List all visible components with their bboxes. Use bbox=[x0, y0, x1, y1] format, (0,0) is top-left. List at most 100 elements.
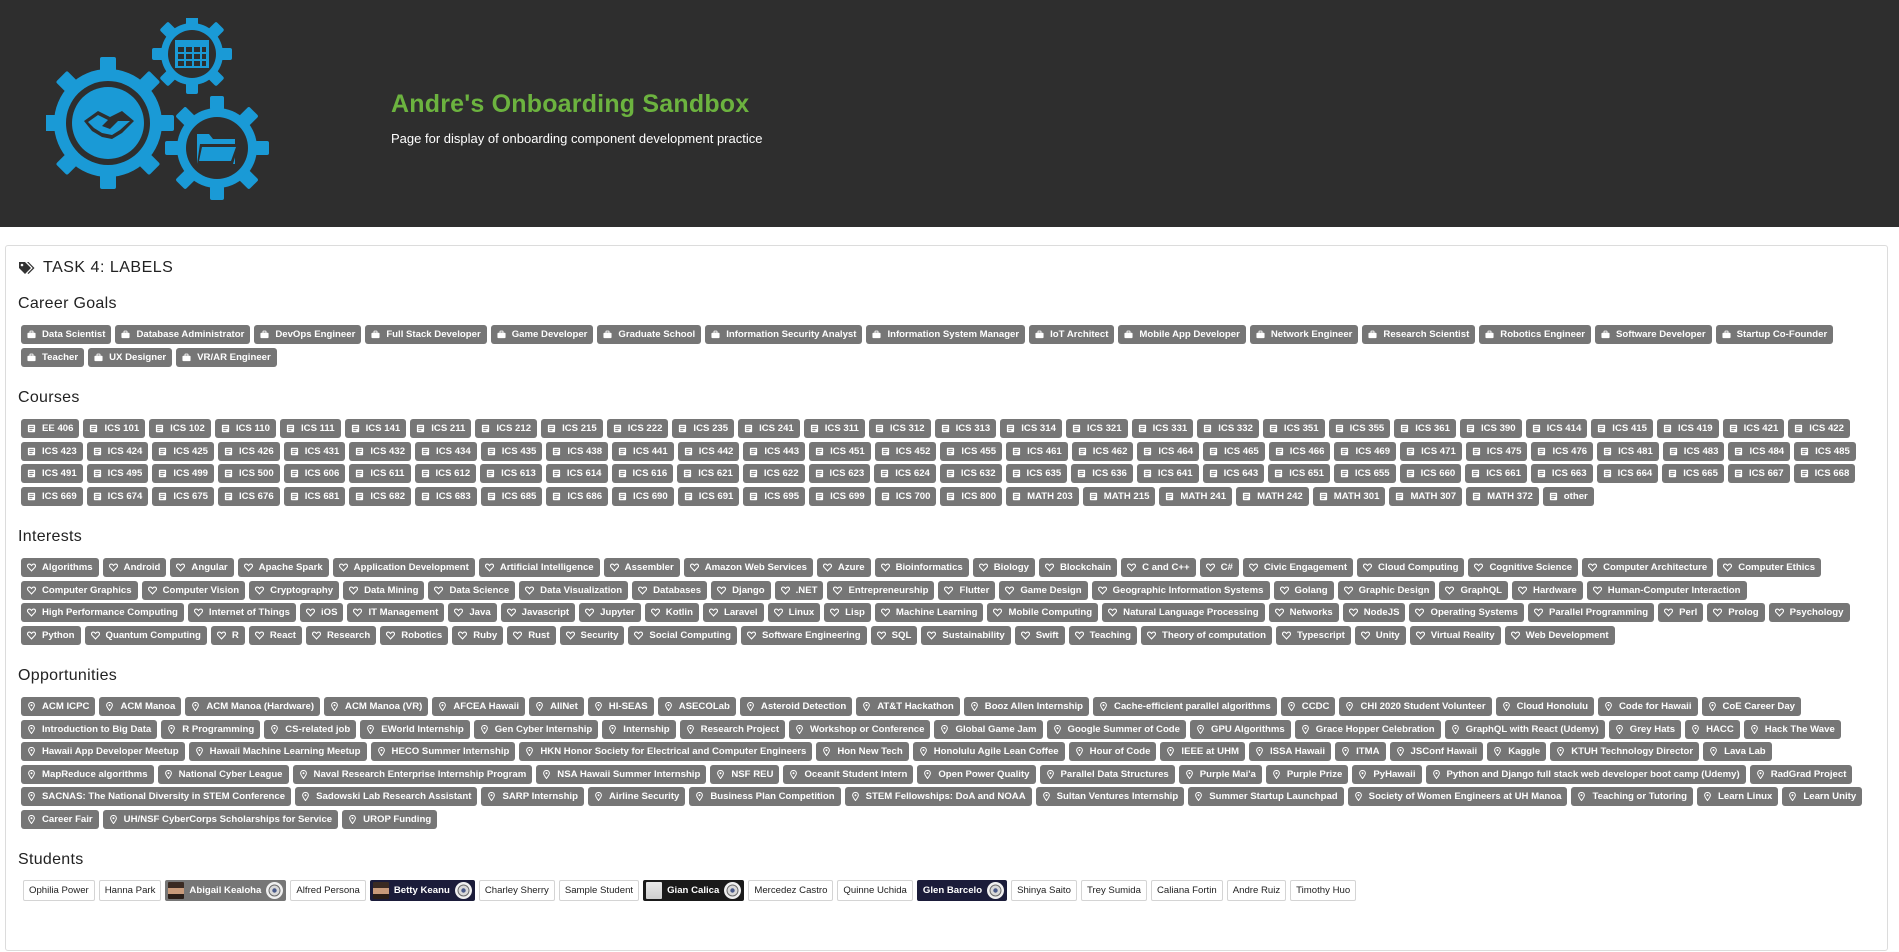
interest-label[interactable]: Swift bbox=[1014, 625, 1065, 645]
opportunity-label[interactable]: HI-SEAS bbox=[587, 697, 654, 716]
opportunity-label[interactable]: GraphQL with React (Udemy) bbox=[1444, 719, 1605, 739]
opportunity-label[interactable]: PyHawaii bbox=[1352, 764, 1422, 784]
course-label[interactable]: ICS 616 bbox=[611, 464, 674, 483]
opportunity-label[interactable]: KTUH Technology Director bbox=[1550, 742, 1700, 761]
opportunity-label[interactable]: Learn Linux bbox=[1697, 787, 1779, 806]
interest-label[interactable]: Computer Graphics bbox=[21, 580, 138, 600]
course-label[interactable]: ICS 682 bbox=[349, 486, 412, 506]
opportunity-label[interactable]: HACC bbox=[1685, 719, 1740, 739]
opportunity-label[interactable]: MapReduce algorithms bbox=[21, 764, 154, 784]
opportunity-label[interactable]: ITMA bbox=[1335, 742, 1386, 761]
interest-label[interactable]: Machine Learning bbox=[874, 603, 984, 622]
opportunity-label[interactable]: Hawaii Machine Learning Meetup bbox=[188, 742, 367, 761]
career-goal-label[interactable]: Full Stack Developer bbox=[365, 325, 487, 344]
course-label[interactable]: other bbox=[1542, 486, 1594, 506]
opportunity-label[interactable]: Cloud Honolulu bbox=[1495, 697, 1594, 716]
course-label[interactable]: ICS 432 bbox=[349, 441, 412, 461]
course-label[interactable]: ICS 661 bbox=[1465, 464, 1527, 483]
course-label[interactable]: ICS 455 bbox=[940, 441, 1003, 461]
interest-label[interactable]: Laravel bbox=[702, 603, 764, 622]
opportunity-label[interactable]: CS-related job bbox=[264, 719, 357, 739]
interest-label[interactable]: Prolog bbox=[1707, 603, 1765, 622]
course-label[interactable]: ICS 651 bbox=[1268, 464, 1330, 483]
interest-label[interactable]: Bioinformatics bbox=[874, 558, 969, 577]
interest-label[interactable]: Artificial Intelligence bbox=[478, 558, 600, 577]
course-label[interactable]: ICS 423 bbox=[21, 441, 83, 461]
interest-label[interactable]: Computer Vision bbox=[141, 580, 246, 600]
course-label[interactable]: ICS 331 bbox=[1131, 419, 1194, 438]
course-label[interactable]: ICS 426 bbox=[218, 441, 280, 461]
student-label[interactable]: Sample Student bbox=[558, 880, 640, 901]
opportunity-label[interactable]: Gen Cyber Internship bbox=[473, 719, 599, 739]
interest-label[interactable]: Networks bbox=[1268, 603, 1339, 622]
student-label[interactable]: Quinne Uchida bbox=[837, 880, 913, 901]
opportunity-label[interactable]: Parallel Data Structures bbox=[1039, 764, 1175, 784]
interest-label[interactable]: iOS bbox=[299, 603, 344, 622]
interest-label[interactable]: Amazon Web Services bbox=[683, 558, 813, 577]
course-label[interactable]: MATH 241 bbox=[1159, 486, 1233, 506]
course-label[interactable]: ICS 695 bbox=[743, 486, 806, 506]
opportunity-label[interactable]: ACM ICPC bbox=[21, 697, 96, 716]
career-goal-label[interactable]: Data Scientist bbox=[21, 325, 112, 344]
student-label[interactable]: Andre Ruiz bbox=[1226, 880, 1287, 901]
student-label[interactable]: Timothy Huo bbox=[1290, 880, 1357, 901]
course-label[interactable]: MATH 203 bbox=[1006, 486, 1079, 506]
interest-label[interactable]: Research bbox=[305, 625, 377, 645]
course-label[interactable]: ICS 700 bbox=[874, 486, 937, 506]
interest-label[interactable]: Cloud Computing bbox=[1357, 558, 1465, 577]
interest-label[interactable]: Golang bbox=[1273, 580, 1334, 600]
course-label[interactable]: ICS 421 bbox=[1722, 419, 1785, 438]
career-goal-label[interactable]: Research Scientist bbox=[1362, 325, 1476, 344]
career-goal-label[interactable]: Information System Manager bbox=[866, 325, 1026, 344]
course-label[interactable]: ICS 686 bbox=[546, 486, 609, 506]
course-label[interactable]: ICS 313 bbox=[934, 419, 997, 438]
interest-label[interactable]: Perl bbox=[1658, 603, 1704, 622]
opportunity-label[interactable]: Society of Women Engineers at UH Manoa bbox=[1347, 787, 1568, 806]
opportunity-label[interactable]: Grace Hopper Celebration bbox=[1294, 719, 1441, 739]
interest-label[interactable]: Linux bbox=[767, 603, 821, 622]
course-label[interactable]: ICS 431 bbox=[283, 441, 346, 461]
interest-label[interactable]: Entrepreneurship bbox=[827, 580, 935, 600]
opportunity-label[interactable]: Introduction to Big Data bbox=[21, 719, 158, 739]
opportunity-label[interactable]: Asteroid Detection bbox=[739, 697, 853, 716]
course-label[interactable]: ICS 500 bbox=[218, 464, 280, 483]
interest-label[interactable]: Rust bbox=[507, 625, 556, 645]
interest-label[interactable]: Psychology bbox=[1768, 603, 1850, 622]
interest-label[interactable]: Databases bbox=[632, 580, 708, 600]
course-label[interactable]: ICS 622 bbox=[742, 464, 805, 483]
interest-label[interactable]: .NET bbox=[774, 580, 824, 600]
course-label[interactable]: ICS 614 bbox=[545, 464, 608, 483]
course-label[interactable]: ICS 332 bbox=[1197, 419, 1259, 438]
interest-label[interactable]: C and C++ bbox=[1121, 558, 1196, 577]
course-label[interactable]: ICS 611 bbox=[349, 464, 411, 483]
course-label[interactable]: ICS 690 bbox=[612, 486, 674, 506]
opportunity-label[interactable]: AT&T Hackathon bbox=[856, 697, 960, 716]
course-label[interactable]: MATH 242 bbox=[1236, 486, 1309, 506]
course-label[interactable]: ICS 215 bbox=[541, 419, 603, 438]
opportunity-label[interactable]: Workshop or Conference bbox=[789, 719, 931, 739]
course-label[interactable]: ICS 461 bbox=[1006, 441, 1068, 461]
interest-label[interactable]: Quantum Computing bbox=[84, 625, 207, 645]
course-label[interactable]: ICS 314 bbox=[1000, 419, 1062, 438]
interest-label[interactable]: Geographic Information Systems bbox=[1091, 580, 1270, 600]
interest-label[interactable]: NodeJS bbox=[1342, 603, 1406, 622]
course-label[interactable]: ICS 483 bbox=[1662, 441, 1725, 461]
course-label[interactable]: ICS 452 bbox=[874, 441, 937, 461]
course-label[interactable]: ICS 495 bbox=[86, 464, 149, 483]
opportunity-label[interactable]: Booz Allen Internship bbox=[963, 697, 1090, 716]
interest-label[interactable]: Virtual Reality bbox=[1409, 625, 1501, 645]
student-label[interactable]: Gian Calica bbox=[643, 880, 745, 901]
course-label[interactable]: ICS 667 bbox=[1727, 464, 1790, 483]
opportunity-label[interactable]: ACM Manoa (VR) bbox=[324, 697, 429, 716]
opportunity-label[interactable]: Summer Startup Launchpad bbox=[1188, 787, 1344, 806]
course-label[interactable]: ICS 451 bbox=[809, 441, 871, 461]
opportunity-label[interactable]: CHI 2020 Student Volunteer bbox=[1339, 697, 1492, 716]
career-goal-label[interactable]: IoT Architect bbox=[1029, 325, 1115, 344]
opportunity-label[interactable]: SARP Internship bbox=[481, 787, 584, 806]
career-goal-label[interactable]: Information Security Analyst bbox=[705, 325, 863, 344]
opportunity-label[interactable]: AFCEA Hawaii bbox=[432, 697, 526, 716]
interest-label[interactable]: SQL bbox=[870, 625, 918, 645]
course-label[interactable]: ICS 422 bbox=[1788, 419, 1850, 438]
student-label[interactable]: Abigail Kealoha bbox=[165, 880, 287, 901]
opportunity-label[interactable]: HKN Honor Society for Electrical and Com… bbox=[519, 742, 813, 761]
